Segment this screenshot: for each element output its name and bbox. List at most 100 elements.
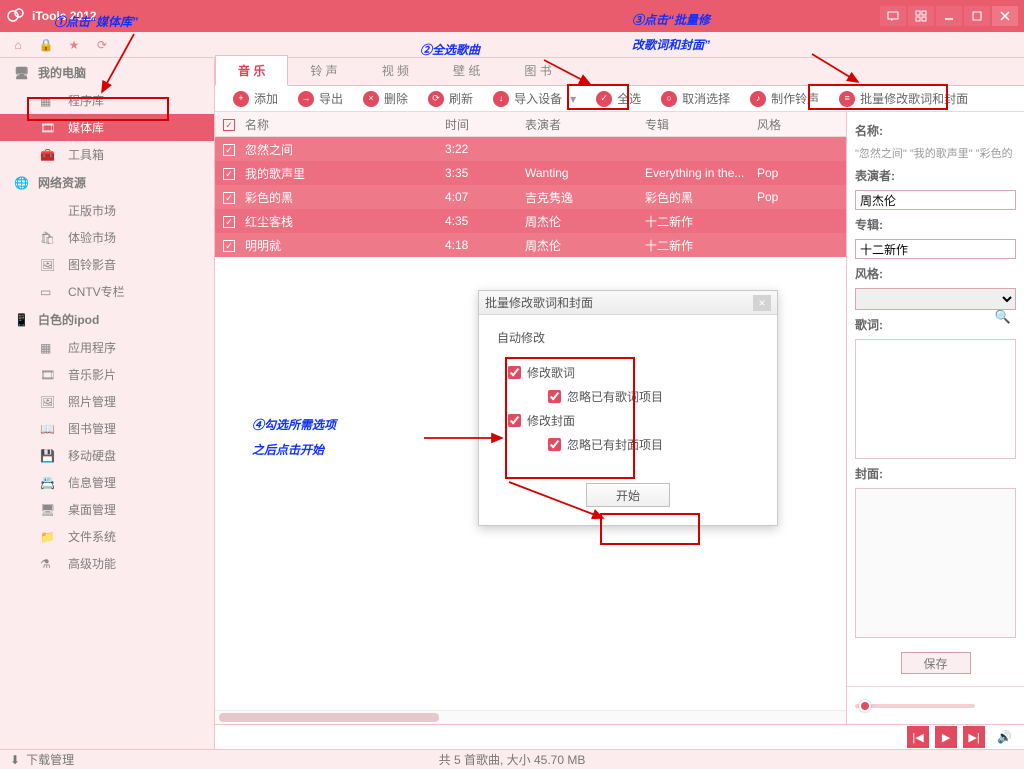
monitor-icon: 🖥 xyxy=(14,66,30,80)
tab-ringtone[interactable]: 铃 声 xyxy=(288,56,359,85)
table-row[interactable]: ✓明明就4:18周杰伦十二新作 xyxy=(215,233,846,257)
delete-button[interactable]: ×删除 xyxy=(355,86,416,111)
deselect-button[interactable]: ○取消选择 xyxy=(653,86,738,111)
apps-icon: ▦ xyxy=(40,94,58,108)
sidebar-item-device-disk[interactable]: 💾移动硬盘 xyxy=(0,442,214,469)
row-checkbox[interactable]: ✓ xyxy=(223,216,235,228)
sidebar-item-appstore[interactable]: 正版市场 xyxy=(0,197,214,224)
sidebar-item-ringtones[interactable]: 🖼图铃影音 xyxy=(0,251,214,278)
bag-icon: 🛍 xyxy=(40,231,58,245)
search-icon[interactable]: 🔍 xyxy=(995,309,1011,325)
globe-icon: 🌐 xyxy=(14,176,30,190)
sidebar-item-trial[interactable]: 🛍体验市场 xyxy=(0,224,214,251)
sidebar-item-tools[interactable]: 🧰工具箱 xyxy=(0,141,214,168)
make-ringtone-button[interactable]: ♪制作铃声 xyxy=(742,86,827,111)
opt-edit-lyrics[interactable]: 修改歌词 xyxy=(508,364,754,381)
export-button[interactable]: →导出 xyxy=(290,86,351,111)
row-checkbox[interactable]: ✓ xyxy=(223,144,235,156)
row-checkbox[interactable]: ✓ xyxy=(223,168,235,180)
col-genre[interactable]: 风格 xyxy=(757,116,817,133)
table-header: ✓ 名称 时间 表演者 专辑 风格 xyxy=(215,112,846,137)
download-icon: ⬇ xyxy=(10,753,20,767)
folder-icon: 📁 xyxy=(40,530,58,544)
row-checkbox[interactable]: ✓ xyxy=(223,192,235,204)
home-icon[interactable]: ⌂ xyxy=(6,34,30,56)
col-time[interactable]: 时间 xyxy=(445,116,525,133)
album-input[interactable] xyxy=(855,239,1016,259)
col-artist[interactable]: 表演者 xyxy=(525,116,645,133)
opt-skip-lyrics[interactable]: 忽略已有歌词项目 xyxy=(548,388,754,405)
select-all-button[interactable]: ✓全选 xyxy=(588,86,649,111)
sidebar-item-device-advanced[interactable]: ⚗高级功能 xyxy=(0,550,214,577)
close-icon[interactable] xyxy=(992,6,1018,26)
opt-skip-cover[interactable]: 忽略已有封面项目 xyxy=(548,436,754,453)
app-logo-icon xyxy=(6,6,26,26)
tab-music[interactable]: 音 乐 xyxy=(215,55,288,86)
prev-button[interactable]: |◀ xyxy=(907,726,929,748)
group-device[interactable]: 📱白色的ipod xyxy=(0,305,214,334)
play-button[interactable]: ▶ xyxy=(935,726,957,748)
sidebar-item-device-photos[interactable]: 🖼照片管理 xyxy=(0,388,214,415)
table-row[interactable]: ✓红尘客栈4:35周杰伦十二新作 xyxy=(215,209,846,233)
annotation-4a: ④勾选所需选项 xyxy=(252,418,336,432)
genre-select[interactable] xyxy=(855,288,1016,310)
dialog-close-icon[interactable]: × xyxy=(753,295,771,311)
table-row[interactable]: ✓彩色的黑4:07吉克隽逸彩色的黑Pop xyxy=(215,185,846,209)
group-network[interactable]: 🌐网络资源 xyxy=(0,168,214,197)
artist-input[interactable] xyxy=(855,190,1016,210)
save-button[interactable]: 保存 xyxy=(901,652,971,674)
settings-icon[interactable] xyxy=(908,6,934,26)
name-label: 名称: xyxy=(855,122,1016,139)
apps-icon: ▦ xyxy=(40,341,58,355)
sidebar-item-media[interactable]: 🎞媒体库 xyxy=(0,114,214,141)
sidebar-item-device-apps[interactable]: ▦应用程序 xyxy=(0,334,214,361)
sidebar-item-device-desktop[interactable]: 🖥桌面管理 xyxy=(0,496,214,523)
sidebar-item-programs[interactable]: ▦程序库 xyxy=(0,87,214,114)
contacts-icon: 📇 xyxy=(40,476,58,490)
maximize-icon[interactable] xyxy=(964,6,990,26)
cover-preview[interactable] xyxy=(855,488,1016,638)
horizontal-scrollbar[interactable] xyxy=(215,710,846,724)
photo-icon: 🖼 xyxy=(40,395,58,409)
col-album[interactable]: 专辑 xyxy=(645,116,757,133)
add-button[interactable]: +添加 xyxy=(225,86,286,111)
reload-icon[interactable]: ⟳ xyxy=(90,34,114,56)
header-checkbox[interactable]: ✓ xyxy=(223,119,235,131)
opt-edit-cover[interactable]: 修改封面 xyxy=(508,412,754,429)
cover-label: 封面: xyxy=(855,465,1016,482)
lyrics-textarea[interactable] xyxy=(855,339,1016,459)
desktop-icon: 🖥 xyxy=(40,503,58,517)
table-row[interactable]: ✓忽然之间3:22 xyxy=(215,137,846,161)
lock-icon[interactable]: 🔒 xyxy=(34,34,58,56)
download-manager-button[interactable]: ⬇下载管理 xyxy=(10,751,74,768)
row-checkbox[interactable]: ✓ xyxy=(223,240,235,252)
col-name[interactable]: 名称 xyxy=(245,116,445,133)
import-device-button[interactable]: ↓导入设备▾ xyxy=(485,86,584,111)
volume-slider[interactable] xyxy=(855,704,975,708)
feedback-icon[interactable] xyxy=(880,6,906,26)
annotation-2: ②全选歌曲 xyxy=(420,43,480,57)
dialog-start-button[interactable]: 开始 xyxy=(586,483,670,507)
download-icon: ↓ xyxy=(493,91,509,107)
sidebar-item-device-files[interactable]: 📁文件系统 xyxy=(0,523,214,550)
dialog-titlebar[interactable]: 批量修改歌词和封面 × xyxy=(479,291,777,315)
refresh-button[interactable]: ⟳刷新 xyxy=(420,86,481,111)
sidebar-item-device-info[interactable]: 📇信息管理 xyxy=(0,469,214,496)
sidebar-item-cntv[interactable]: ▭CNTV专栏 xyxy=(0,278,214,305)
star-icon[interactable]: ★ xyxy=(62,34,86,56)
volume-icon[interactable]: 🔊 xyxy=(997,730,1012,744)
group-my-computer[interactable]: 🖥我的电脑 xyxy=(0,58,214,87)
x-icon: × xyxy=(363,91,379,107)
minimize-icon[interactable] xyxy=(936,6,962,26)
toolbox-icon: 🧰 xyxy=(40,148,58,162)
sidebar-item-device-books[interactable]: 📖图书管理 xyxy=(0,415,214,442)
batch-edit-button[interactable]: ≡批量修改歌词和封面 xyxy=(831,86,976,111)
tab-books[interactable]: 图 书 xyxy=(502,56,573,85)
batch-edit-dialog: 批量修改歌词和封面 × 自动修改 修改歌词 忽略已有歌词项目 修改封面 忽略已有… xyxy=(478,290,778,526)
table-row[interactable]: ✓我的歌声里3:35WantingEverything in the...Pop xyxy=(215,161,846,185)
sidebar-item-device-music[interactable]: 🎞音乐影片 xyxy=(0,361,214,388)
disk-icon: 💾 xyxy=(40,449,58,463)
next-button[interactable]: ▶| xyxy=(963,726,985,748)
film-icon: 🎞 xyxy=(40,121,58,135)
toolbar: +添加 →导出 ×删除 ⟳刷新 ↓导入设备▾ ✓全选 ○取消选择 ♪制作铃声 ≡… xyxy=(215,86,1024,112)
